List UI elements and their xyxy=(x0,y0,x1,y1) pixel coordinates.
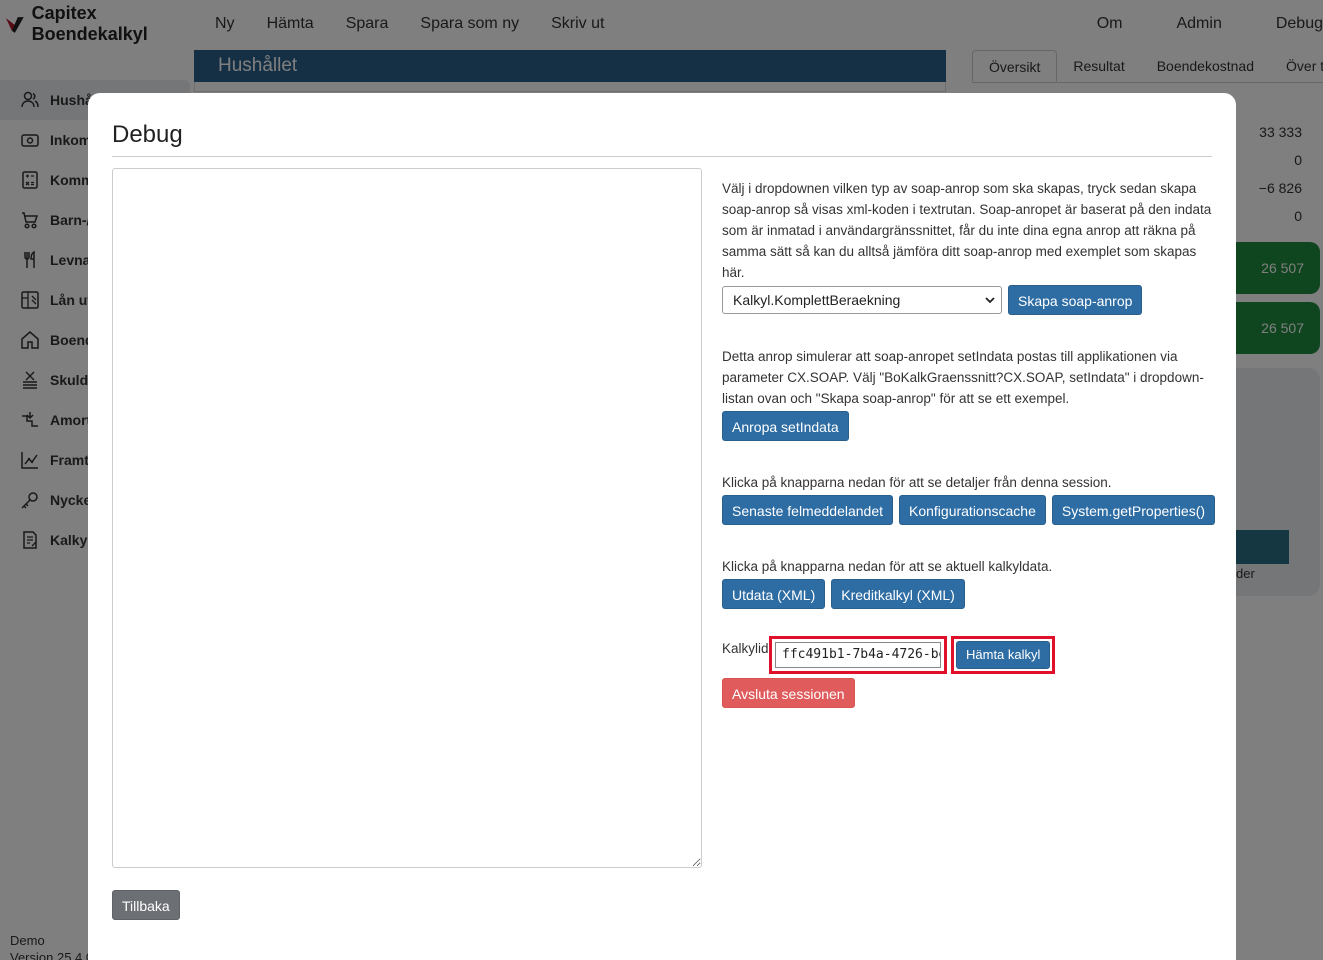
fetch-highlight: Hämta kalkyl xyxy=(951,636,1056,674)
soap-type-select[interactable]: Kalkyl.KomplettBeraekning xyxy=(722,286,1002,314)
kalkylid-input[interactable]: ffc491b1-7b4a-4726-beb5 xyxy=(775,642,941,668)
kalkylid-highlight: ffc491b1-7b4a-4726-beb5 xyxy=(769,636,947,674)
debug-modal: Debug Välj i dropdownen vilken typ av so… xyxy=(88,93,1236,960)
fetch-kalkyl-button[interactable]: Hämta kalkyl xyxy=(956,641,1051,669)
soap-instructions: Välj i dropdownen vilken typ av soap-anr… xyxy=(722,181,1212,280)
select-value: Kalkyl.KomplettBeraekning xyxy=(733,291,901,308)
soap-output-textarea[interactable] xyxy=(112,168,702,868)
kalkylid-row: Kalkylid ffc491b1-7b4a-4726-beb5 Hämta k… xyxy=(722,636,1212,674)
call-setindata-button[interactable]: Anropa setIndata xyxy=(722,411,849,441)
modal-title: Debug xyxy=(112,121,183,148)
kalkyldata-instructions: Klicka på knapparna nedan för att se akt… xyxy=(722,559,1053,574)
config-cache-button[interactable]: Konfigurationscache xyxy=(899,495,1046,525)
last-error-button[interactable]: Senaste felmeddelandet xyxy=(722,495,893,525)
setindata-instructions: Detta anrop simulerar att soap-anropet s… xyxy=(722,349,1204,406)
kalkylid-label: Kalkylid xyxy=(722,641,769,656)
create-soap-button[interactable]: Skapa soap-anrop xyxy=(1008,285,1143,315)
divider xyxy=(112,156,1212,157)
debug-controls: Välj i dropdownen vilken typ av soap-anr… xyxy=(722,178,1216,708)
end-session-button[interactable]: Avsluta sessionen xyxy=(722,678,855,708)
system-properties-button[interactable]: System.getProperties() xyxy=(1051,495,1216,525)
session-instructions: Klicka på knapparna nedan för att se det… xyxy=(722,475,1112,490)
utdata-xml-button[interactable]: Utdata (XML) xyxy=(722,579,826,609)
chevron-down-icon xyxy=(985,297,995,304)
back-button[interactable]: Tillbaka xyxy=(112,890,180,920)
kreditkalkyl-xml-button[interactable]: Kreditkalkyl (XML) xyxy=(831,579,965,609)
